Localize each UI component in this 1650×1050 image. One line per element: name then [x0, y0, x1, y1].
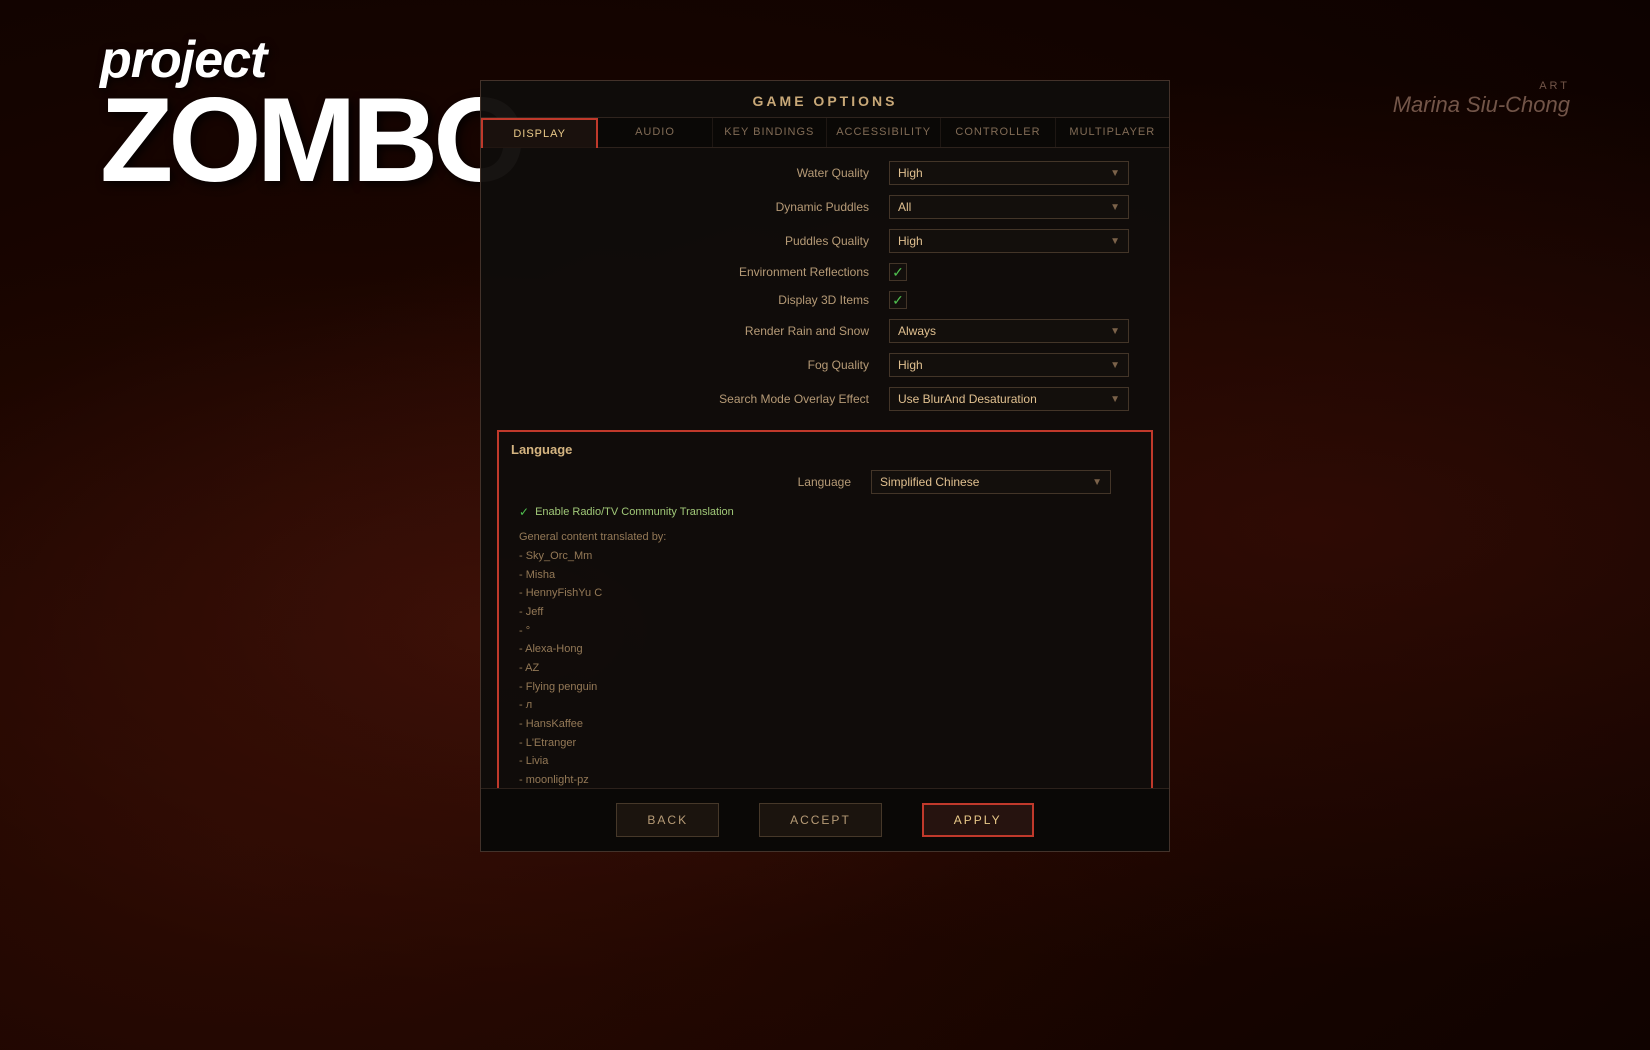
translator-8: - л	[519, 696, 1131, 715]
apply-button[interactable]: APPLY	[922, 803, 1034, 837]
fog-quality-arrow: ▼	[1110, 360, 1120, 371]
setting-row-rain-snow: Render Rain and Snow Always ▼	[481, 314, 1169, 348]
3d-items-checkbox[interactable]: ✓	[889, 291, 907, 309]
translator-11: - Livia	[519, 752, 1131, 771]
language-section: Language Language Simplified Chinese ▼ ✓…	[497, 430, 1153, 788]
fog-quality-select[interactable]: High ▼	[889, 353, 1129, 377]
env-reflections-label: Environment Reflections	[501, 265, 889, 279]
rain-snow-select[interactable]: Always ▼	[889, 319, 1129, 343]
env-reflections-checkbox[interactable]: ✓	[889, 263, 907, 281]
translator-1: - Misha	[519, 566, 1131, 585]
puddles-quality-control: High ▼	[889, 229, 1149, 253]
translator-9: - HansKaffee	[519, 715, 1131, 734]
translator-6: - AZ	[519, 659, 1131, 678]
dynamic-puddles-arrow: ▼	[1110, 202, 1120, 213]
3d-items-label: Display 3D Items	[501, 293, 889, 307]
game-logo: project ZOMBO	[100, 30, 522, 200]
dynamic-puddles-label: Dynamic Puddles	[501, 200, 889, 214]
language-select[interactable]: Simplified Chinese ▼	[871, 470, 1111, 494]
dynamic-puddles-control: All ▼	[889, 195, 1149, 219]
setting-row-puddles-quality: Puddles Quality High ▼	[481, 224, 1169, 258]
tab-keybindings[interactable]: KEY BINDINGS	[713, 118, 827, 147]
search-overlay-arrow: ▼	[1110, 394, 1120, 405]
dynamic-puddles-select[interactable]: All ▼	[889, 195, 1129, 219]
tab-multiplayer[interactable]: MULTIPLAYER	[1056, 118, 1169, 147]
tab-accessibility[interactable]: ACCESSIBILITY	[827, 118, 941, 147]
tab-audio[interactable]: AUDIO	[598, 118, 712, 147]
rain-snow-label: Render Rain and Snow	[501, 324, 889, 338]
puddles-quality-select[interactable]: High ▼	[889, 229, 1129, 253]
setting-row-fog-quality: Fog Quality High ▼	[481, 348, 1169, 382]
language-select-arrow: ▼	[1092, 477, 1102, 488]
water-quality-control: High ▼	[889, 161, 1149, 185]
game-options-dialog: GAME OPTIONS DISPLAY AUDIO KEY BINDINGS …	[480, 80, 1170, 852]
dialog-footer: BACK ACCEPT APPLY	[481, 788, 1169, 851]
rain-snow-control: Always ▼	[889, 319, 1149, 343]
art-credit: ART Marina Siu-Chong	[1393, 80, 1570, 118]
search-overlay-label: Search Mode Overlay Effect	[501, 392, 889, 406]
water-quality-arrow: ▼	[1110, 168, 1120, 179]
rain-snow-arrow: ▼	[1110, 326, 1120, 337]
enable-translation-checkmark: ✓	[519, 503, 529, 522]
setting-row-water-quality: Water Quality High ▼	[481, 156, 1169, 190]
3d-items-control: ✓	[889, 291, 1149, 309]
language-section-header: Language	[499, 438, 1151, 465]
env-reflections-control: ✓	[889, 263, 1149, 281]
back-button[interactable]: BACK	[616, 803, 719, 837]
setting-row-dynamic-puddles: Dynamic Puddles All ▼	[481, 190, 1169, 224]
setting-row-search-overlay: Search Mode Overlay Effect Use BlurAnd D…	[481, 382, 1169, 416]
tab-bar: DISPLAY AUDIO KEY BINDINGS ACCESSIBILITY…	[481, 118, 1169, 148]
water-quality-select[interactable]: High ▼	[889, 161, 1129, 185]
translator-3: - Jeff	[519, 603, 1131, 622]
tab-controller[interactable]: CONTROLLER	[941, 118, 1055, 147]
logo-zombo-text: ZOMBO	[100, 80, 522, 200]
translation-info: ✓ Enable Radio/TV Community Translation …	[499, 499, 1151, 788]
translator-0: - Sky_Orc_Mm	[519, 547, 1131, 566]
translator-list: General content translated by: - Sky_Orc…	[519, 526, 1131, 788]
language-label: Language	[519, 475, 871, 489]
enable-translation-row: ✓ Enable Radio/TV Community Translation	[519, 503, 1131, 522]
dialog-title: GAME OPTIONS	[481, 81, 1169, 118]
dialog-content: Water Quality High ▼ Dynamic Puddles All…	[481, 148, 1169, 788]
general-content-label: General content translated by:	[519, 528, 1131, 547]
setting-row-language: Language Simplified Chinese ▼	[499, 465, 1151, 499]
translator-12: - moonlight-pz	[519, 771, 1131, 788]
puddles-quality-label: Puddles Quality	[501, 234, 889, 248]
translator-5: - Alexa-Hong	[519, 640, 1131, 659]
fog-quality-control: High ▼	[889, 353, 1149, 377]
puddles-quality-arrow: ▼	[1110, 236, 1120, 247]
fog-quality-label: Fog Quality	[501, 358, 889, 372]
search-overlay-select[interactable]: Use BlurAnd Desaturation ▼	[889, 387, 1129, 411]
art-credit-label: ART	[1393, 80, 1570, 92]
language-control: Simplified Chinese ▼	[871, 470, 1131, 494]
water-quality-label: Water Quality	[501, 166, 889, 180]
setting-row-3d-items: Display 3D Items ✓	[481, 286, 1169, 314]
setting-row-env-reflections: Environment Reflections ✓	[481, 258, 1169, 286]
translator-2: - HennyFishYu C	[519, 584, 1131, 603]
art-credit-name: Marina Siu-Chong	[1393, 92, 1570, 118]
display-settings-section: Water Quality High ▼ Dynamic Puddles All…	[481, 148, 1169, 424]
enable-translation-label: Enable Radio/TV Community Translation	[535, 504, 734, 522]
search-overlay-control: Use BlurAnd Desaturation ▼	[889, 387, 1149, 411]
tab-display[interactable]: DISPLAY	[481, 118, 598, 148]
translator-10: - L'Etranger	[519, 734, 1131, 753]
translator-4: - °	[519, 622, 1131, 641]
accept-button[interactable]: ACCEPT	[759, 803, 882, 837]
translator-7: - Flying penguin	[519, 678, 1131, 697]
